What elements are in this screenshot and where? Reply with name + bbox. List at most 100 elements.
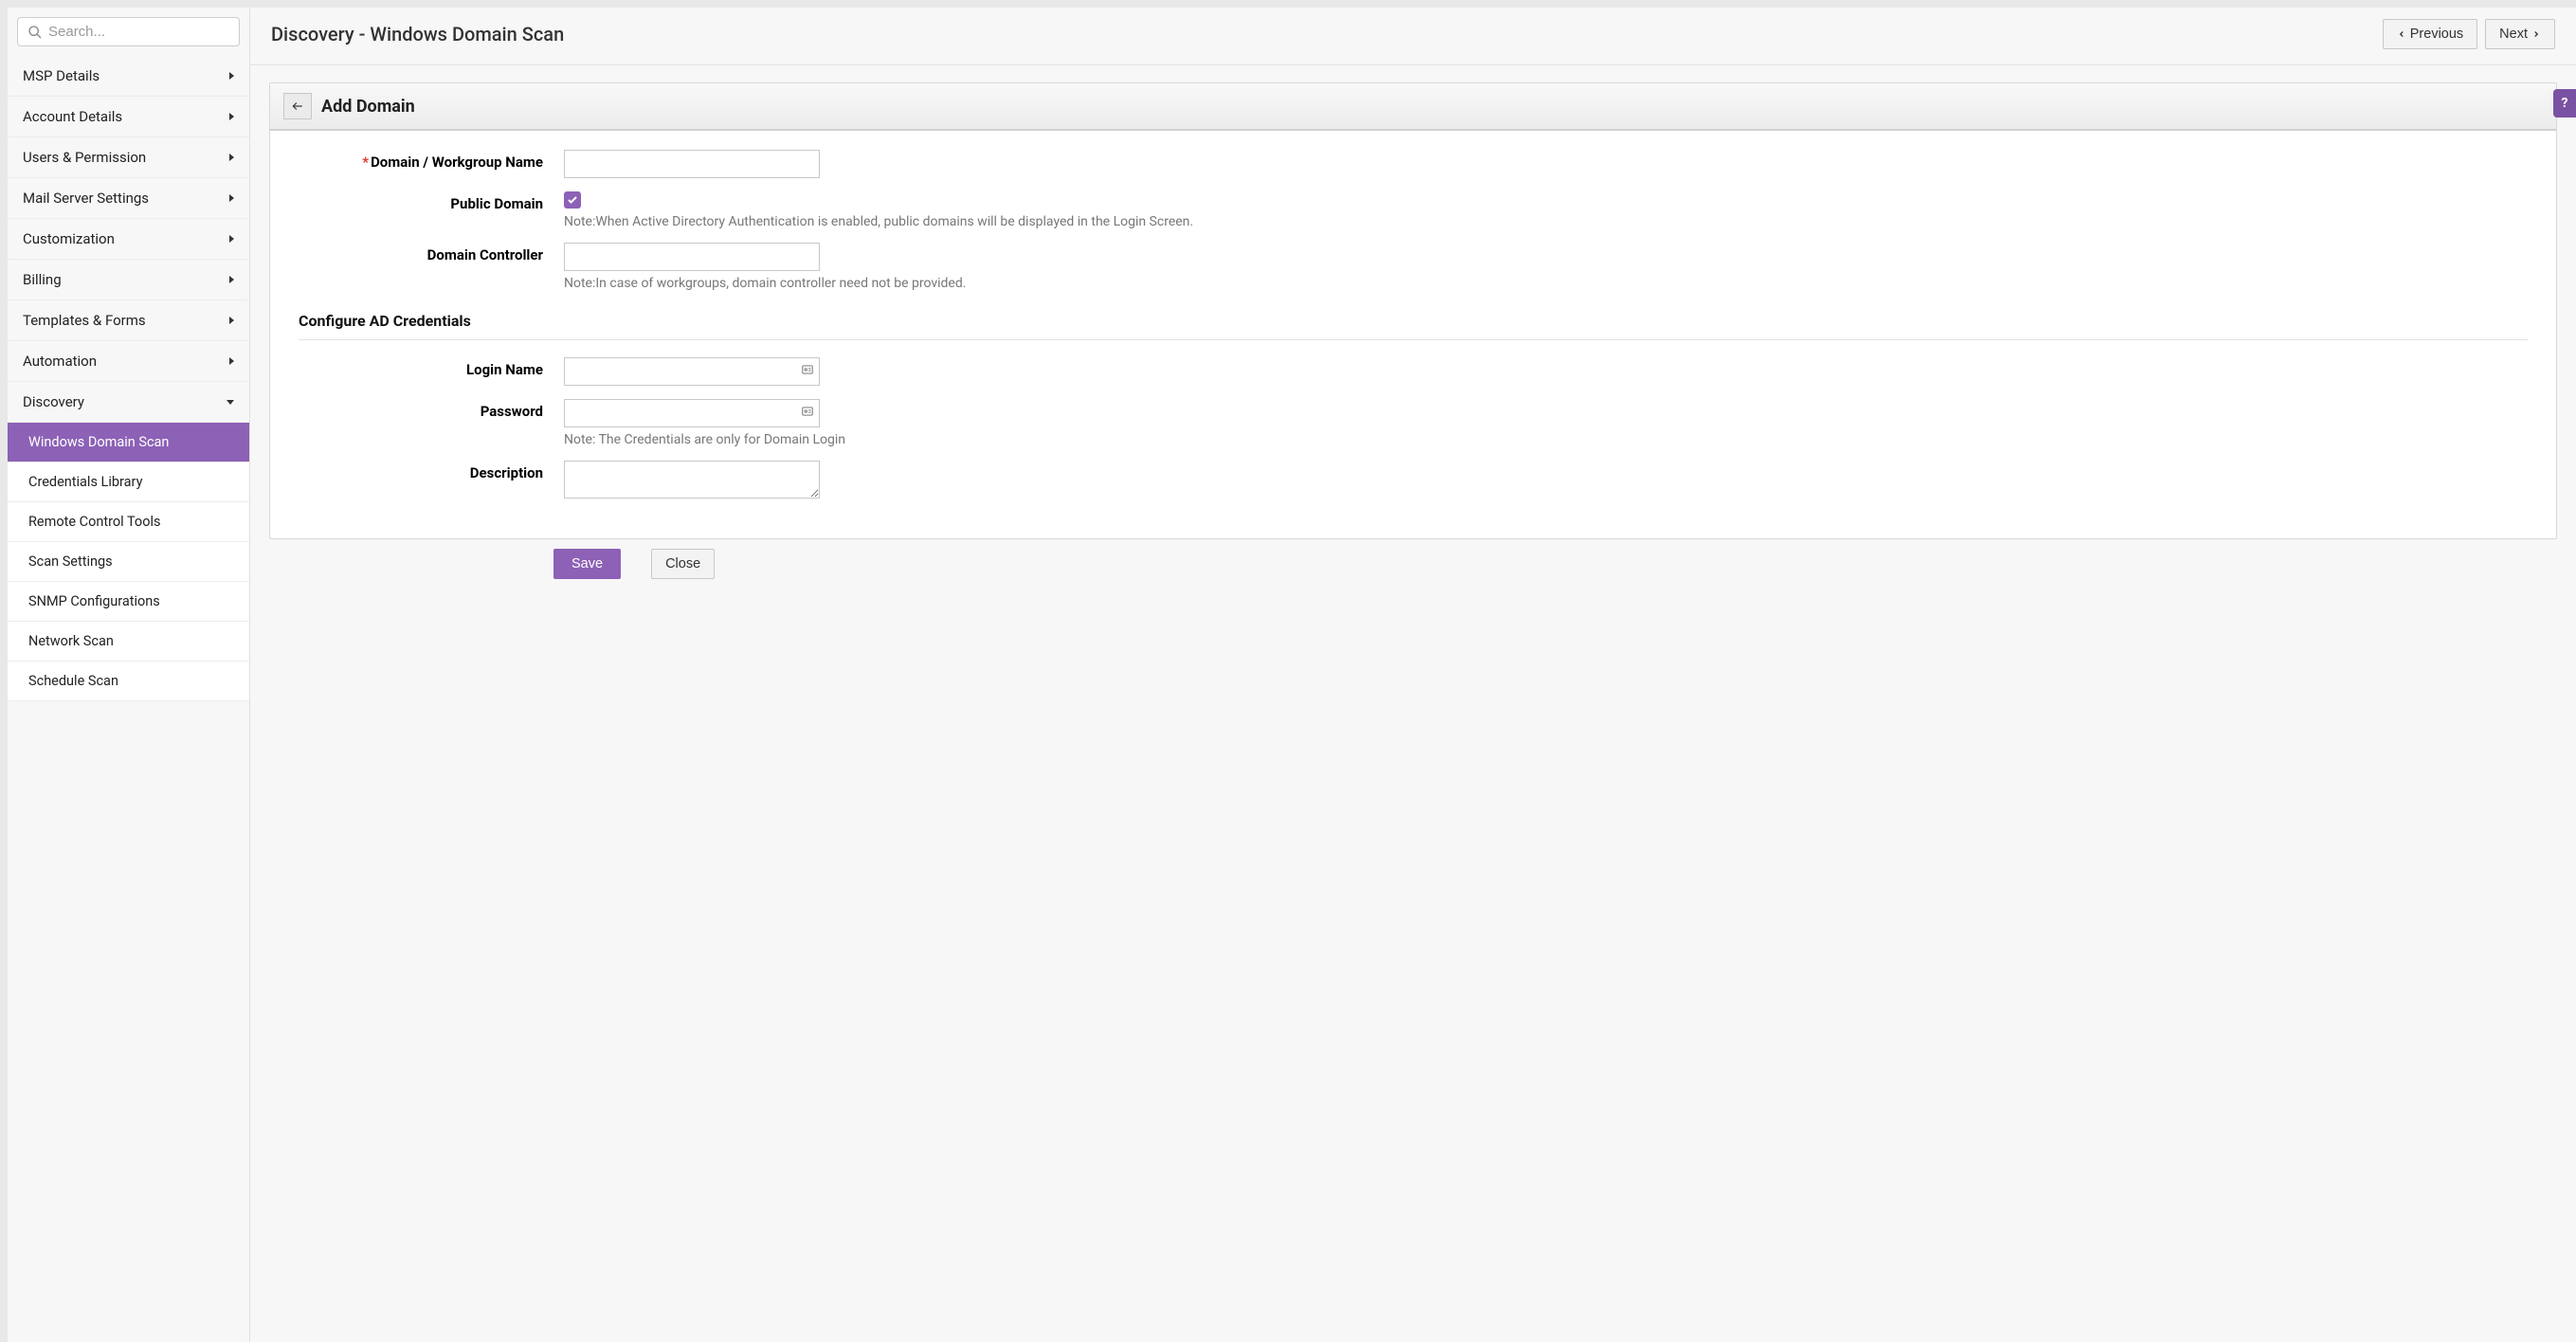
domain-name-input[interactable] [564, 150, 820, 178]
label-domain-controller: Domain Controller [299, 243, 564, 263]
label-description: Description [299, 461, 564, 481]
sidebar-sub-network-scan[interactable]: Network Scan [8, 622, 249, 662]
search-icon [27, 25, 43, 40]
add-domain-panel: Add Domain *Domain / Workgroup Name Publ… [269, 82, 2557, 539]
sidebar-item-customization[interactable]: Customization [8, 219, 249, 260]
sidebar-sub-label: Windows Domain Scan [28, 434, 169, 450]
sidebar-item-label: Mail Server Settings [23, 190, 149, 207]
chevron-right-icon [229, 194, 234, 202]
previous-button-label: Previous [2410, 27, 2463, 42]
back-button[interactable] [283, 93, 312, 119]
content-wrap: Add Domain *Domain / Workgroup Name Publ… [250, 65, 2576, 596]
field-domain-controller: Note:In case of workgroups, domain contr… [564, 243, 2528, 291]
chevron-right-icon [229, 72, 234, 80]
help-tab[interactable]: ? [2553, 89, 2576, 118]
public-domain-checkbox[interactable] [564, 191, 581, 209]
password-input[interactable] [564, 399, 820, 427]
chevron-right-icon [229, 317, 234, 324]
credential-picker-icon[interactable] [801, 405, 814, 422]
sidebar-item-discovery[interactable]: Discovery [8, 382, 249, 423]
close-button[interactable]: Close [651, 549, 715, 579]
sidebar-item-label: MSP Details [23, 67, 100, 84]
domain-controller-input[interactable] [564, 243, 820, 271]
sidebar-sub-label: SNMP Configurations [28, 593, 160, 609]
previous-button[interactable]: Previous [2383, 19, 2477, 49]
sidebar-item-account-details[interactable]: Account Details [8, 97, 249, 137]
row-domain-controller: Domain Controller Note:In case of workgr… [299, 243, 2528, 291]
search-box[interactable] [17, 17, 240, 46]
chevron-right-icon [229, 276, 234, 283]
action-row: Save Close [269, 539, 2557, 579]
note-public-domain: Note:When Active Directory Authenticatio… [564, 214, 2528, 229]
row-description: Description [299, 461, 2528, 502]
chevron-down-icon [227, 400, 234, 405]
field-public-domain: Note:When Active Directory Authenticatio… [564, 191, 2528, 229]
sidebar-item-msp-details[interactable]: MSP Details [8, 56, 249, 97]
field-login-name [564, 357, 2528, 386]
next-button[interactable]: Next [2485, 19, 2555, 49]
credential-picker-icon[interactable] [801, 363, 814, 380]
chevron-right-icon [229, 154, 234, 161]
sidebar-item-label: Discovery [23, 393, 84, 410]
chevron-right-icon [229, 357, 234, 365]
sidebar-item-automation[interactable]: Automation [8, 341, 249, 382]
next-button-label: Next [2499, 27, 2528, 42]
panel-body: *Domain / Workgroup Name Public Domain [270, 131, 2556, 538]
sidebar-sub-remote-control-tools[interactable]: Remote Control Tools [8, 502, 249, 542]
sidebar: MSP Details Account Details Users & Perm… [8, 8, 250, 1342]
row-public-domain: Public Domain Note:When Active Directory… [299, 191, 2528, 229]
note-domain-controller: Note:In case of workgroups, domain contr… [564, 276, 2528, 291]
sidebar-sub-windows-domain-scan[interactable]: Windows Domain Scan [8, 423, 249, 462]
section-ad-credentials: Configure AD Credentials [299, 304, 2528, 340]
sidebar-item-users-permission[interactable]: Users & Permission [8, 137, 249, 178]
label-public-domain: Public Domain [299, 191, 564, 212]
label-password: Password [299, 399, 564, 420]
sidebar-item-label: Customization [23, 230, 115, 247]
sidebar-sub-schedule-scan[interactable]: Schedule Scan [8, 662, 249, 701]
search-input[interactable] [48, 24, 229, 40]
sidebar-item-label: Account Details [23, 108, 122, 125]
page-header: Discovery - Windows Domain Scan Previous… [250, 8, 2576, 65]
sidebar-sub-label: Remote Control Tools [28, 514, 160, 530]
chevron-right-icon [229, 235, 234, 243]
chevron-left-icon [2397, 28, 2406, 40]
main-content: Discovery - Windows Domain Scan Previous… [250, 8, 2576, 1342]
app-root: MSP Details Account Details Users & Perm… [0, 0, 2576, 1342]
label-login-name: Login Name [299, 357, 564, 378]
required-asterisk: * [362, 154, 369, 171]
label-text: Domain / Workgroup Name [371, 154, 543, 171]
sidebar-item-label: Users & Permission [23, 149, 146, 166]
field-description [564, 461, 2528, 502]
sidebar-sub-credentials-library[interactable]: Credentials Library [8, 462, 249, 502]
row-login-name: Login Name [299, 357, 2528, 386]
sidebar-item-label: Automation [23, 353, 97, 370]
search-container [8, 8, 249, 56]
description-textarea[interactable] [564, 461, 820, 499]
sidebar-nav: MSP Details Account Details Users & Perm… [8, 56, 249, 1342]
save-button[interactable]: Save [553, 549, 621, 579]
login-name-input[interactable] [564, 357, 820, 386]
page-title: Discovery - Windows Domain Scan [271, 23, 564, 45]
panel-title: Add Domain [321, 97, 415, 117]
field-domain-name [564, 150, 2528, 178]
field-password: Note: The Credentials are only for Domai… [564, 399, 2528, 447]
sidebar-item-billing[interactable]: Billing [8, 260, 249, 300]
panel-header: Add Domain [270, 83, 2556, 131]
arrow-left-icon [290, 100, 305, 113]
sidebar-sub-scan-settings[interactable]: Scan Settings [8, 542, 249, 582]
sidebar-item-label: Templates & Forms [23, 312, 146, 329]
check-icon [567, 194, 578, 206]
sidebar-sub-label: Network Scan [28, 633, 114, 649]
sidebar-sub-snmp-configurations[interactable]: SNMP Configurations [8, 582, 249, 622]
label-domain-name: *Domain / Workgroup Name [299, 150, 564, 171]
chevron-right-icon [229, 113, 234, 120]
note-password: Note: The Credentials are only for Domai… [564, 432, 2528, 447]
sidebar-sub-label: Scan Settings [28, 553, 113, 570]
header-buttons: Previous Next [2383, 19, 2555, 49]
sidebar-item-mail-server-settings[interactable]: Mail Server Settings [8, 178, 249, 219]
sidebar-item-templates-forms[interactable]: Templates & Forms [8, 300, 249, 341]
sidebar-sub-label: Credentials Library [28, 474, 142, 490]
row-domain-name: *Domain / Workgroup Name [299, 150, 2528, 178]
chevron-right-icon [2531, 28, 2541, 40]
sidebar-item-label: Billing [23, 271, 62, 288]
